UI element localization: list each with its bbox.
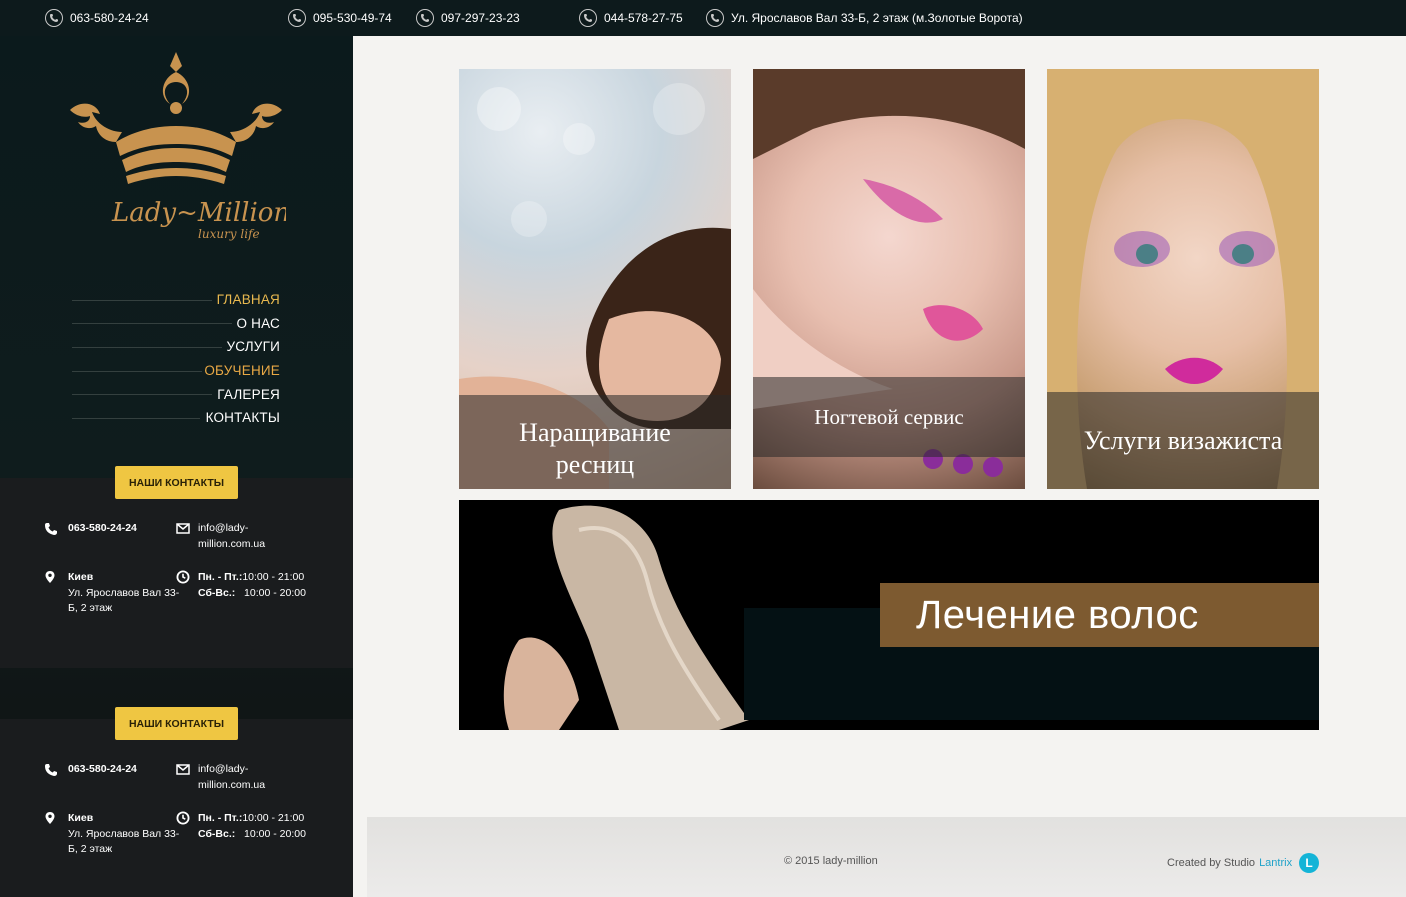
contact-hours: Пн. - Пт.:10:00 - 21:00 Сб-Вс.: 10:00 - 2… [176, 570, 306, 601]
clock-icon [176, 570, 190, 584]
top-bar: 063-580-24-24 095-530-49-74 097-297-23-2… [0, 0, 1406, 36]
our-contacts-button[interactable]: НАШИ КОНТАКТЫ [115, 707, 238, 740]
copyright: © 2015 lady-million [784, 855, 878, 867]
phone-icon [45, 9, 63, 27]
phone-icon [416, 9, 434, 27]
nav-item-gallery[interactable]: ГАЛЕРЕЯ [72, 382, 280, 406]
service-card-nails[interactable]: Ногтевой сервис [753, 69, 1025, 489]
nav-item-about[interactable]: О НАС [72, 312, 280, 336]
nav-item-services[interactable]: УСЛУГИ [72, 335, 280, 359]
svg-text:Lady~Million: Lady~Million [111, 198, 286, 228]
contact-block: НАШИ КОНТАКТЫ 063-580-24-24 info@lady-mi… [0, 707, 353, 897]
contact-address: Киев Ул. Ярославов Вал 33- Б, 2 этаж [43, 811, 179, 858]
topbar-phone-text: 044-578-27-75 [604, 11, 683, 25]
logo[interactable]: Lady~Million luxury life [66, 48, 290, 244]
topbar-phone-text: 063-580-24-24 [70, 11, 149, 25]
sidebar: Lady~Million luxury life ГЛАВНАЯ О НАС У… [0, 36, 353, 897]
phone-icon [45, 764, 57, 776]
main-nav: ГЛАВНАЯ О НАС УСЛУГИ ОБУЧЕНИЕ ГАЛЕРЕЯ КО… [72, 288, 280, 430]
svg-text:luxury life: luxury life [198, 227, 260, 241]
phone-icon [579, 9, 597, 27]
topbar-address[interactable]: Ул. Ярославов Вал 33-Б, 2 этаж (м.Золоты… [706, 8, 1023, 28]
service-card-lashes[interactable]: Наращивание ресниц [459, 69, 731, 489]
created-by[interactable]: Created by Studio Lantrix L [1167, 853, 1320, 873]
contact-phone[interactable]: 063-580-24-24 [44, 763, 137, 777]
contact-phone[interactable]: 063-580-24-24 [44, 522, 137, 536]
nav-item-contacts[interactable]: КОНТАКТЫ [72, 406, 280, 430]
hair-treatment-banner[interactable]: Лечение волос [459, 500, 1319, 730]
envelope-icon [176, 523, 190, 534]
nails-caption: Ногтевой сервис [753, 377, 1025, 457]
lashes-caption: Наращивание ресниц [459, 395, 731, 489]
hair-photo [503, 505, 749, 730]
map-pin-icon [45, 812, 55, 824]
contact-hours: Пн. - Пт.:10:00 - 21:00 Сб-Вс.: 10:00 - 2… [176, 811, 306, 842]
hair-treatment-label: Лечение волос [880, 583, 1319, 647]
topbar-phone-3[interactable]: 097-297-23-23 [416, 8, 520, 28]
envelope-icon [176, 764, 190, 775]
contact-email[interactable]: info@lady-million.com.ua [176, 762, 265, 793]
topbar-phone-text: 095-530-49-74 [313, 11, 392, 25]
makeup-caption: Услуги визажиста [1047, 392, 1319, 489]
studio-link[interactable]: Lantrix [1259, 857, 1292, 869]
nav-item-home[interactable]: ГЛАВНАЯ [72, 288, 280, 312]
contact-address: Киев Ул. Ярославов Вал 33- Б, 2 этаж [43, 570, 179, 617]
phone-icon [45, 523, 57, 535]
footer: © 2015 lady-million Created by Studio La… [367, 817, 1406, 897]
nav-item-training[interactable]: ОБУЧЕНИЕ [72, 359, 280, 383]
topbar-phone-text: 097-297-23-23 [441, 11, 520, 25]
crown-icon: Lady~Million luxury life [70, 52, 290, 241]
service-card-makeup[interactable]: Услуги визажиста [1047, 69, 1319, 489]
phone-icon [288, 9, 306, 27]
studio-logo-icon: L [1299, 853, 1320, 873]
topbar-address-text: Ул. Ярославов Вал 33-Б, 2 этаж (м.Золоты… [731, 11, 1023, 25]
map-pin-icon [45, 571, 55, 583]
clock-icon [176, 811, 190, 825]
phone-icon [706, 9, 724, 27]
topbar-phone-2[interactable]: 095-530-49-74 [288, 8, 392, 28]
topbar-phone-1[interactable]: 063-580-24-24 [45, 8, 149, 28]
our-contacts-button[interactable]: НАШИ КОНТАКТЫ [115, 466, 238, 499]
topbar-phone-4[interactable]: 044-578-27-75 [579, 8, 683, 28]
contact-block: НАШИ КОНТАКТЫ 063-580-24-24 info@lady-mi… [0, 466, 353, 668]
contact-email[interactable]: info@lady-million.com.ua [176, 521, 265, 552]
